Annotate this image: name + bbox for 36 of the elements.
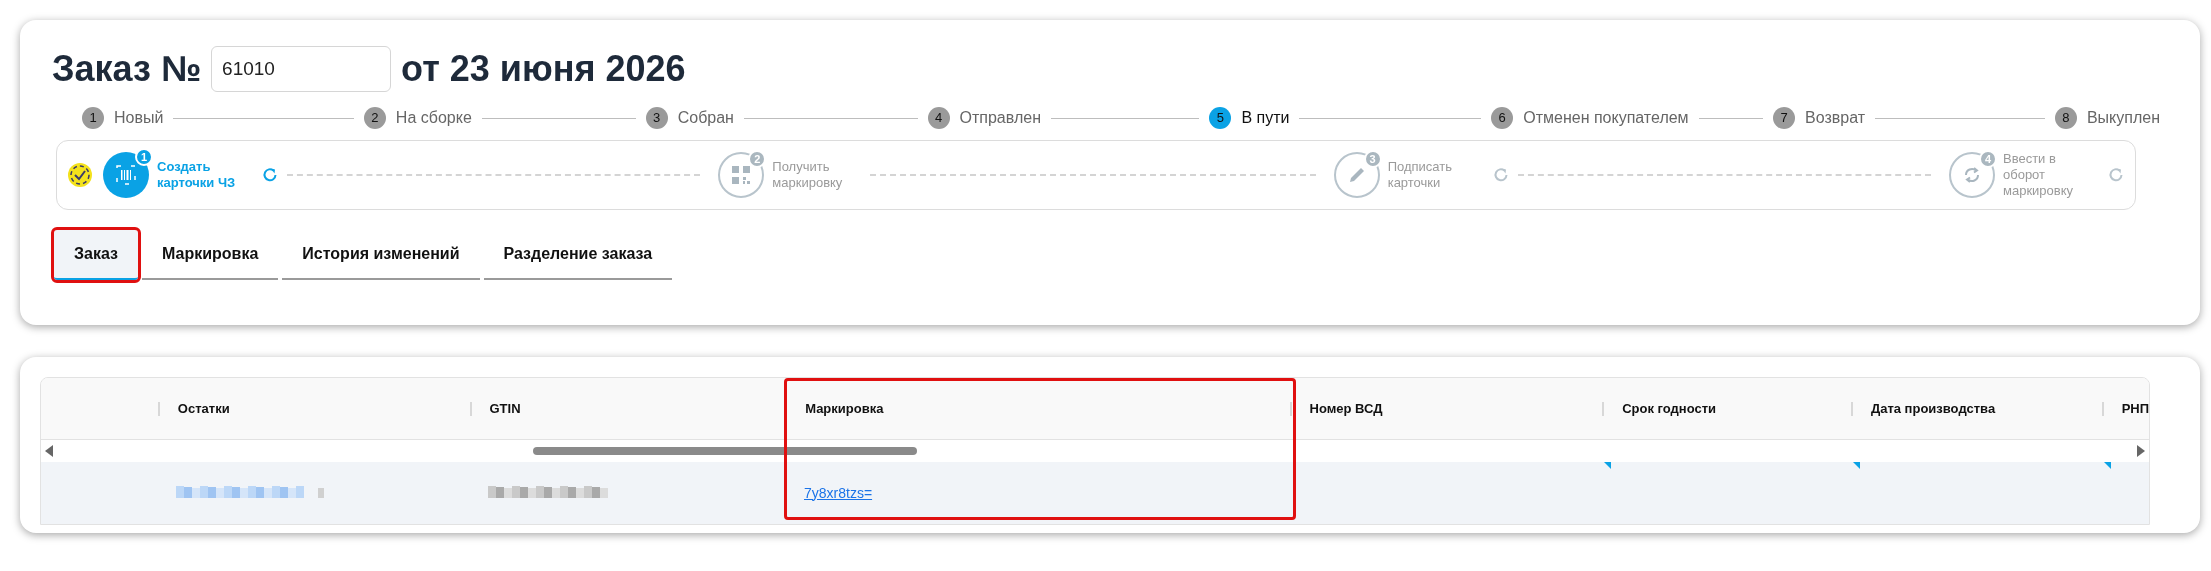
status-step[interactable]: 6 Отменен покупателем [1491, 106, 1689, 130]
status-step[interactable]: 3 Собран [645, 106, 734, 130]
status-step[interactable]: 2 На сборке [363, 106, 472, 130]
order-date: от 23 июня 2026 [401, 47, 686, 91]
order-title: Заказ № [52, 47, 202, 91]
scroll-right-icon[interactable] [2137, 445, 2145, 457]
status-step[interactable]: 5 В пути [1209, 106, 1290, 130]
corner-marker-icon [1604, 462, 1611, 469]
step-number-badge: 3 [1363, 150, 1382, 168]
refresh-icon[interactable] [261, 166, 279, 184]
refresh-icon[interactable] [1491, 166, 1510, 184]
column-header[interactable]: Маркировка [805, 398, 884, 419]
corner-marker-icon [2104, 462, 2111, 469]
column-header[interactable]: Срок годности [1622, 398, 1717, 419]
refresh-icon[interactable] [2107, 166, 2125, 184]
tab[interactable]: Заказ [54, 230, 138, 280]
status-step[interactable]: 7 Возврат [1773, 106, 1866, 130]
column-header[interactable]: Дата производства [1870, 398, 1996, 419]
step-number-badge: 1 [135, 148, 153, 166]
status-step[interactable]: 8 Выкуплен [2054, 106, 2160, 130]
qr-code-icon [730, 164, 753, 186]
column-header[interactable]: Остатки [177, 398, 230, 419]
barcode-icon [115, 164, 137, 186]
check-badge-icon [67, 162, 93, 188]
column-header[interactable]: РНП [2121, 398, 2149, 419]
corner-marker-icon [1853, 462, 1860, 469]
status-step[interactable]: 1 Новый [82, 106, 164, 130]
column-header[interactable]: GTIN [489, 398, 521, 419]
scroll-left-icon[interactable] [45, 445, 53, 457]
step-number-badge: 4 [1979, 150, 1997, 168]
marking-link[interactable]: 7y8xr8tzs= [804, 482, 873, 504]
status-step[interactable]: 4 Отправлен [927, 106, 1041, 130]
order-number-field[interactable]: 61010 [211, 46, 392, 92]
step-number-badge: 2 [748, 150, 767, 168]
tab[interactable]: Маркировка [142, 230, 279, 280]
column-header[interactable]: Номер ВСД [1309, 398, 1383, 419]
